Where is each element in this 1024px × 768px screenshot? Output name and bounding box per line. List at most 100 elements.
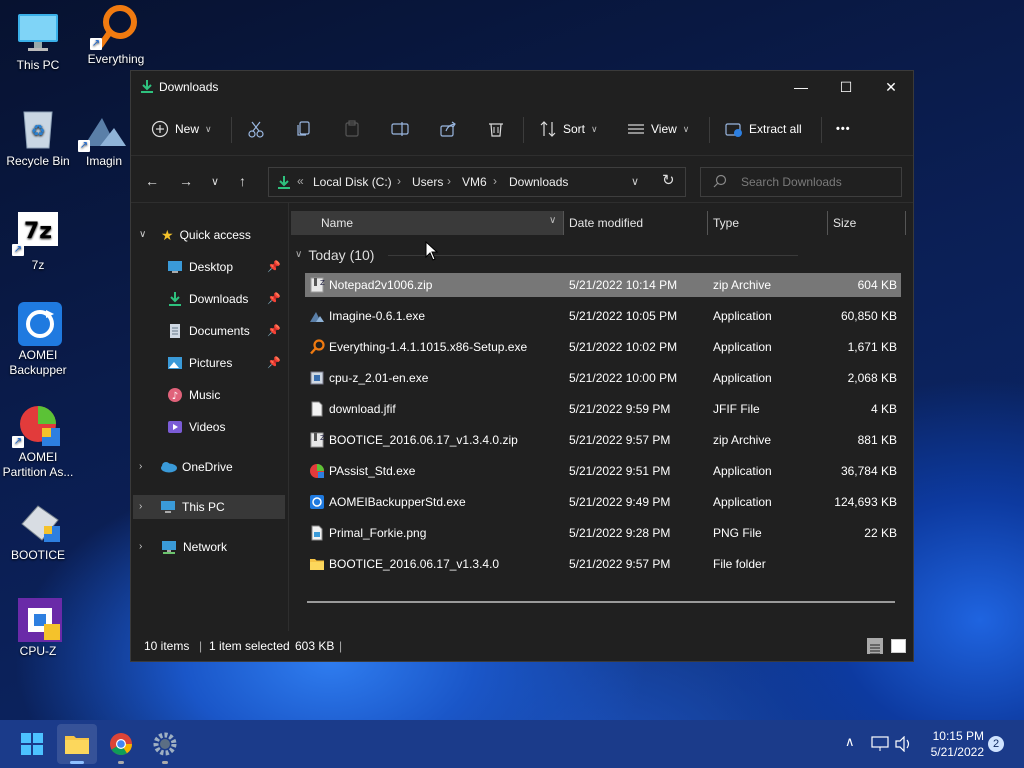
forward-arrow-icon[interactable]: →	[179, 173, 193, 189]
taskbar-file-explorer[interactable]	[57, 724, 97, 764]
close-button[interactable]: ✕	[868, 71, 914, 103]
share-button[interactable]	[439, 117, 457, 141]
cpu-z-icon	[16, 596, 62, 642]
recent-locations-chevron-icon[interactable]: ∨	[211, 175, 219, 188]
desktop-icon-aomei-backupper[interactable]: AOMEI Backupper	[0, 300, 76, 378]
search-icon	[713, 174, 727, 191]
breadcrumb-overflow[interactable]: «	[297, 174, 304, 188]
sidebar-item-this-pc[interactable]: › This PC	[133, 495, 285, 519]
group-header-today[interactable]: ∨ Today (10)	[295, 243, 799, 267]
desktop-icon-bootice[interactable]: BOOTICE	[0, 500, 76, 563]
setup-icon	[309, 370, 325, 386]
clock[interactable]: 10:15 PM 5/21/2022	[922, 728, 984, 760]
file-row[interactable]: Z Notepad2v1006.zip 5/21/2022 10:14 PM zip …	[305, 273, 901, 297]
everything-icon: ↗	[90, 4, 138, 50]
file-row[interactable]: Everything-1.4.1.1015.x86-Setup.exe 5/21/…	[305, 335, 901, 359]
sidebar-item-music[interactable]: ♪ Music	[167, 383, 285, 407]
start-button[interactable]	[12, 724, 52, 764]
new-button[interactable]: New ∨	[151, 117, 212, 141]
column-header-name[interactable]: Name	[321, 211, 353, 235]
cut-button[interactable]	[247, 117, 265, 141]
title-bar[interactable]: Downloads — ☐ ✕	[131, 71, 913, 103]
desktop-icon-7z[interactable]: 7z ↗ 7z	[0, 210, 76, 273]
mouse-cursor-icon	[425, 241, 439, 261]
column-filter-chevron-icon[interactable]: ∨	[549, 215, 556, 226]
paste-icon	[345, 120, 359, 137]
sidebar-item-quick-access[interactable]: ∨ ★ Quick access	[139, 223, 285, 247]
desktop-icon-label: AOMEI Backupper	[9, 348, 67, 377]
details-view-icon[interactable]	[867, 638, 883, 655]
sort-label: Sort	[563, 122, 586, 136]
rename-button[interactable]	[391, 117, 409, 141]
sort-button[interactable]: Sort ∨	[539, 117, 598, 141]
column-header-type[interactable]: Type	[713, 211, 739, 235]
sidebar-item-documents[interactable]: Documents 📌	[167, 319, 285, 343]
file-row[interactable]: Primal_Forkie.png 5/21/2022 9:28 PM PNG Fi…	[305, 521, 901, 545]
desktop-icon-recycle-bin[interactable]: ♻ Recycle Bin	[0, 106, 76, 169]
column-header-size[interactable]: Size	[833, 211, 856, 235]
breadcrumb-downloads[interactable]: Downloads	[509, 175, 568, 189]
column-divider[interactable]	[905, 211, 906, 235]
sidebar-item-onedrive[interactable]: › OneDrive	[139, 455, 285, 479]
view-button[interactable]: View ∨	[627, 117, 689, 141]
file-type: PNG File	[713, 526, 762, 540]
file-row[interactable]: PAssist_Std.exe 5/21/2022 9:51 PM Applicat…	[305, 459, 901, 483]
back-arrow-icon[interactable]: ←	[145, 173, 159, 189]
pin-icon: 📌	[267, 357, 281, 369]
everything-icon	[309, 339, 325, 355]
network-status-icon[interactable]	[871, 736, 889, 752]
desktop-icon-imagine[interactable]: ↗ Imagin	[78, 106, 130, 169]
column-divider[interactable]	[707, 211, 708, 235]
expand-chevron-icon: ›	[139, 541, 143, 552]
breadcrumb-users[interactable]: Users	[412, 175, 443, 189]
file-row[interactable]: download.jfif 5/21/2022 9:59 PM JFIF File 4…	[305, 397, 901, 421]
taskbar-chrome[interactable]	[101, 724, 141, 764]
file-row[interactable]: cpu-z_2.01-en.exe 5/21/2022 10:00 PM Appli…	[305, 366, 901, 390]
desktop-icon-cpu-z[interactable]: CPU-Z	[0, 596, 76, 659]
sidebar-item-desktop[interactable]: Desktop 📌	[167, 255, 285, 279]
horizontal-scrollbar[interactable]	[307, 601, 895, 603]
pin-icon: 📌	[267, 325, 281, 337]
desktop-icon-aomei-partition[interactable]: ↗ AOMEI Partition As...	[0, 402, 76, 480]
file-row[interactable]: AOMEIBackupperStd.exe 5/21/2022 9:49 PM Ap…	[305, 490, 901, 514]
maximize-button[interactable]: ☐	[823, 71, 869, 103]
up-arrow-icon[interactable]: ↑	[239, 173, 246, 189]
breadcrumb-separator: ›	[397, 174, 401, 188]
breadcrumb-local-disk[interactable]: Local Disk (C:)	[313, 175, 392, 189]
file-row[interactable]: Imagine-0.6.1.exe 5/21/2022 10:05 PM Appli…	[305, 304, 901, 328]
7z-icon: 7z ↗	[12, 210, 60, 256]
refresh-icon[interactable]: ↻	[662, 171, 675, 189]
minimize-button[interactable]: —	[778, 71, 824, 103]
file-row[interactable]: Z BOOTICE_2016.06.17_v1.3.4.0.zip 5/21/202…	[305, 428, 901, 452]
notification-badge[interactable]: 2	[988, 736, 1004, 752]
status-bar: 10 items | 1 item selected 603 KB |	[131, 631, 913, 661]
sidebar-item-network[interactable]: › Network	[139, 535, 285, 559]
file-row[interactable]: BOOTICE_2016.06.17_v1.3.4.0 5/21/2022 9:5…	[305, 552, 901, 576]
show-hidden-icons-chevron[interactable]: ∧	[845, 734, 855, 750]
address-dropdown-chevron-icon[interactable]: ∨	[631, 175, 639, 188]
address-bar[interactable]: « Local Disk (C:) › Users › VM6 › Downlo…	[268, 167, 686, 197]
copy-icon	[297, 121, 310, 136]
taskbar-settings[interactable]	[145, 724, 185, 764]
paste-button[interactable]	[343, 117, 361, 141]
delete-button[interactable]	[487, 117, 505, 141]
extract-all-button[interactable]: Extract all	[725, 117, 802, 141]
breadcrumb-vm6[interactable]: VM6	[462, 175, 487, 189]
column-divider[interactable]	[827, 211, 828, 235]
sidebar-item-downloads[interactable]: Downloads 📌	[167, 287, 285, 311]
sidebar-item-pictures[interactable]: Pictures 📌	[167, 351, 285, 375]
passist-icon	[309, 463, 325, 479]
status-size: 603 KB	[295, 639, 335, 653]
desktop-icon-label: AOMEI Partition As...	[2, 450, 74, 479]
sidebar-item-videos[interactable]: Videos	[167, 415, 285, 439]
large-icons-view-icon[interactable]	[891, 639, 906, 653]
column-divider[interactable]	[563, 211, 564, 235]
search-box[interactable]: Search Downloads	[700, 167, 902, 197]
more-options-button[interactable]: •••	[836, 117, 851, 141]
desktop-icon-everything[interactable]: ↗ Everything	[78, 4, 154, 67]
copy-button[interactable]	[295, 117, 313, 141]
pictures-icon	[168, 357, 182, 369]
column-header-date[interactable]: Date modified	[569, 211, 643, 235]
desktop-icon-this-pc[interactable]: This PC	[0, 10, 76, 73]
volume-icon[interactable]	[895, 736, 913, 752]
